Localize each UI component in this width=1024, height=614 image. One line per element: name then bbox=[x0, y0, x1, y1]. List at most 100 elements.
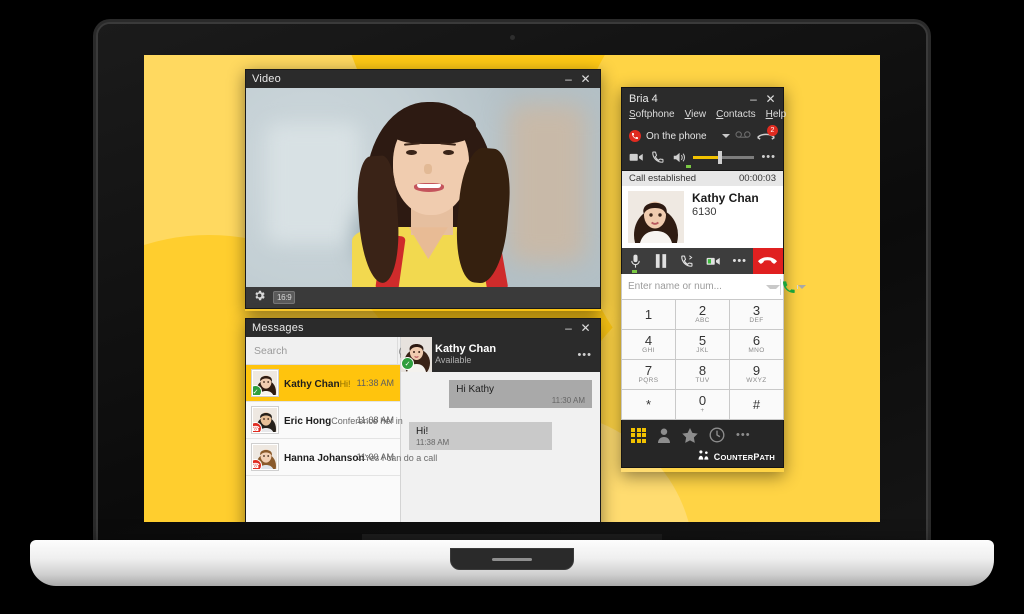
conversation-time: 11:08 AM bbox=[356, 415, 394, 425]
dialpad-key-#[interactable]: # bbox=[730, 390, 783, 419]
video-camera-icon[interactable] bbox=[629, 151, 644, 163]
dialpad-key-letters: + bbox=[700, 407, 705, 415]
bria-window-title: Bria 4 bbox=[629, 92, 658, 105]
menu-item-softphone[interactable]: Softphone bbox=[629, 109, 675, 120]
dialpad-key-*[interactable]: * bbox=[622, 390, 675, 419]
dialpad-key-8[interactable]: 8 TUV bbox=[676, 360, 729, 389]
webcam-icon bbox=[509, 35, 515, 40]
avatar: ✓ bbox=[401, 337, 432, 372]
dialpad-key-3[interactable]: 3 DEF bbox=[730, 300, 783, 329]
dialpad-key-6[interactable]: 6 MNO bbox=[730, 330, 783, 359]
counterpath-branding: COUNTERPATH bbox=[621, 450, 784, 468]
chevron-down-icon[interactable] bbox=[722, 134, 730, 138]
dialpad-key-9[interactable]: 9 WXYZ bbox=[730, 360, 783, 389]
video-feed[interactable] bbox=[245, 88, 601, 287]
video-bokeh bbox=[267, 123, 360, 244]
conversation-list-pane: ✓Kathy ChanHi!11:38 AM ☎Eric HongConfere… bbox=[246, 337, 437, 522]
hold-button[interactable] bbox=[648, 248, 674, 274]
call-more-options-button[interactable]: ••• bbox=[727, 248, 753, 274]
mute-mic-button[interactable] bbox=[622, 248, 648, 274]
avatar bbox=[628, 191, 684, 243]
menu-item-contacts[interactable]: Contacts bbox=[716, 109, 755, 120]
missed-call-icon[interactable]: 2 bbox=[756, 125, 778, 144]
voicemail-icon[interactable] bbox=[735, 130, 751, 142]
messages-window-title: Messages bbox=[252, 322, 304, 334]
presence-status-label[interactable]: On the phone bbox=[646, 131, 717, 142]
laptop-base-notch bbox=[450, 548, 574, 570]
video-person-teeth bbox=[417, 183, 441, 189]
conversation-search-row bbox=[246, 337, 426, 365]
dialpad-key-4[interactable]: 4 GHI bbox=[622, 330, 675, 359]
dialpad: 1 2 ABC 3 DEF 4 GHI 5 JKL 6 MNO 7 PQRS 8 TUV 9 WXYZ * 0 + # bbox=[621, 300, 784, 420]
dialpad-key-digit: 0 bbox=[698, 393, 707, 409]
dialpad-key-letters: ABC bbox=[695, 317, 710, 325]
chat-bubble: Hi Kathy 11:30 AM bbox=[449, 380, 592, 408]
avatar: ✓ bbox=[252, 370, 278, 396]
chat-more-icon[interactable]: ••• bbox=[577, 349, 592, 361]
person-icon[interactable] bbox=[657, 428, 671, 443]
messages-minimize-button[interactable]: – bbox=[560, 320, 577, 336]
dial-call-options-icon[interactable] bbox=[797, 284, 806, 289]
messages-titlebar: Messages – ✕ bbox=[245, 318, 601, 337]
gear-icon[interactable] bbox=[253, 289, 266, 307]
conversation-list: ✓Kathy ChanHi!11:38 AM ☎Eric HongConfere… bbox=[246, 365, 437, 476]
call-transfer-button[interactable] bbox=[674, 248, 700, 274]
conversation-snippet: Hi! bbox=[339, 379, 351, 389]
phone-icon[interactable] bbox=[651, 150, 665, 164]
bria-menubar: Softphone View Contacts Help bbox=[622, 109, 786, 125]
speaker-icon[interactable] bbox=[672, 151, 686, 164]
video-person-eye bbox=[442, 149, 454, 155]
dial-input[interactable] bbox=[622, 281, 766, 292]
volume-knob[interactable] bbox=[717, 150, 722, 164]
start-video-button[interactable] bbox=[701, 248, 727, 274]
bria-close-button[interactable]: ✕ bbox=[762, 91, 779, 107]
dialpad-key-digit: 5 bbox=[698, 333, 707, 349]
search-input[interactable] bbox=[246, 337, 397, 364]
toolbar-more-icon[interactable]: ••• bbox=[761, 151, 776, 163]
video-bokeh bbox=[507, 103, 586, 264]
menu-item-view[interactable]: View bbox=[685, 109, 707, 120]
conversation-item[interactable]: ✓ Kathy ChanHi! 11:38 AM bbox=[246, 365, 400, 402]
video-minimize-button[interactable]: – bbox=[560, 71, 577, 87]
conversation-time: 11:38 AM bbox=[356, 378, 394, 388]
end-call-button[interactable] bbox=[752, 248, 783, 274]
dial-dropdown-icon[interactable] bbox=[766, 284, 780, 289]
call-contact-name: Kathy Chan bbox=[692, 191, 759, 205]
dialpad-icon[interactable] bbox=[631, 427, 646, 443]
conversation-name: Kathy Chan bbox=[284, 379, 340, 390]
video-person-nose bbox=[424, 163, 432, 174]
dialpad-key-7[interactable]: 7 PQRS bbox=[622, 360, 675, 389]
clock-icon[interactable] bbox=[709, 427, 725, 443]
conversation-item[interactable]: ☎Hanna JohansonYes I can do a call11:00 … bbox=[246, 439, 437, 476]
presence-badge-available: ✓ bbox=[253, 385, 262, 395]
presence-row: On the phone 2 bbox=[622, 125, 783, 148]
messages-body: ✓Kathy ChanHi!11:38 AM ☎Eric HongConfere… bbox=[245, 337, 601, 522]
menu-item-help[interactable]: Help bbox=[766, 109, 787, 120]
aspect-ratio-badge[interactable]: 16:9 bbox=[273, 291, 296, 304]
dial-call-button[interactable] bbox=[780, 278, 797, 295]
bria-titlebar: Bria 4 – ✕ bbox=[622, 88, 783, 109]
conversation-item[interactable]: ☎Eric HongConference her in11:08 AM bbox=[246, 402, 403, 439]
chat-message-log: Hi Kathy 11:30 AM Hi! 11:38 AM bbox=[401, 372, 600, 522]
dialpad-key-0[interactable]: 0 + bbox=[676, 390, 729, 419]
screenshot-root: Video – ✕ 16:9 Messages – ✕ Search ✓ Kat… bbox=[0, 0, 1024, 614]
conversation-name: Eric Hong bbox=[284, 416, 332, 427]
more-icon[interactable]: ••• bbox=[736, 429, 751, 441]
video-close-button[interactable]: ✕ bbox=[577, 71, 594, 87]
chat-header: ✓ Kathy Chan Available ••• bbox=[401, 337, 600, 372]
messages-close-button[interactable]: ✕ bbox=[577, 320, 594, 336]
dialpad-key-1[interactable]: 1 bbox=[622, 300, 675, 329]
bria-minimize-button[interactable]: – bbox=[745, 91, 762, 107]
dialpad-key-letters: WXYZ bbox=[746, 377, 767, 385]
volume-slider[interactable] bbox=[693, 150, 755, 164]
chat-bubble: Hi! 11:38 AM bbox=[409, 422, 552, 450]
bria-toolbar: ••• bbox=[622, 148, 783, 170]
dialpad-key-digit: 7 bbox=[644, 363, 653, 379]
star-icon[interactable] bbox=[682, 427, 698, 443]
call-status-bar: Call established 00:00:03 bbox=[621, 171, 784, 186]
dialpad-key-digit: * bbox=[645, 396, 652, 412]
dialpad-key-2[interactable]: 2 ABC bbox=[676, 300, 729, 329]
dialpad-key-5[interactable]: 5 JKL bbox=[676, 330, 729, 359]
dialpad-key-digit: 3 bbox=[752, 303, 761, 319]
avatar: ☎ bbox=[252, 407, 278, 433]
